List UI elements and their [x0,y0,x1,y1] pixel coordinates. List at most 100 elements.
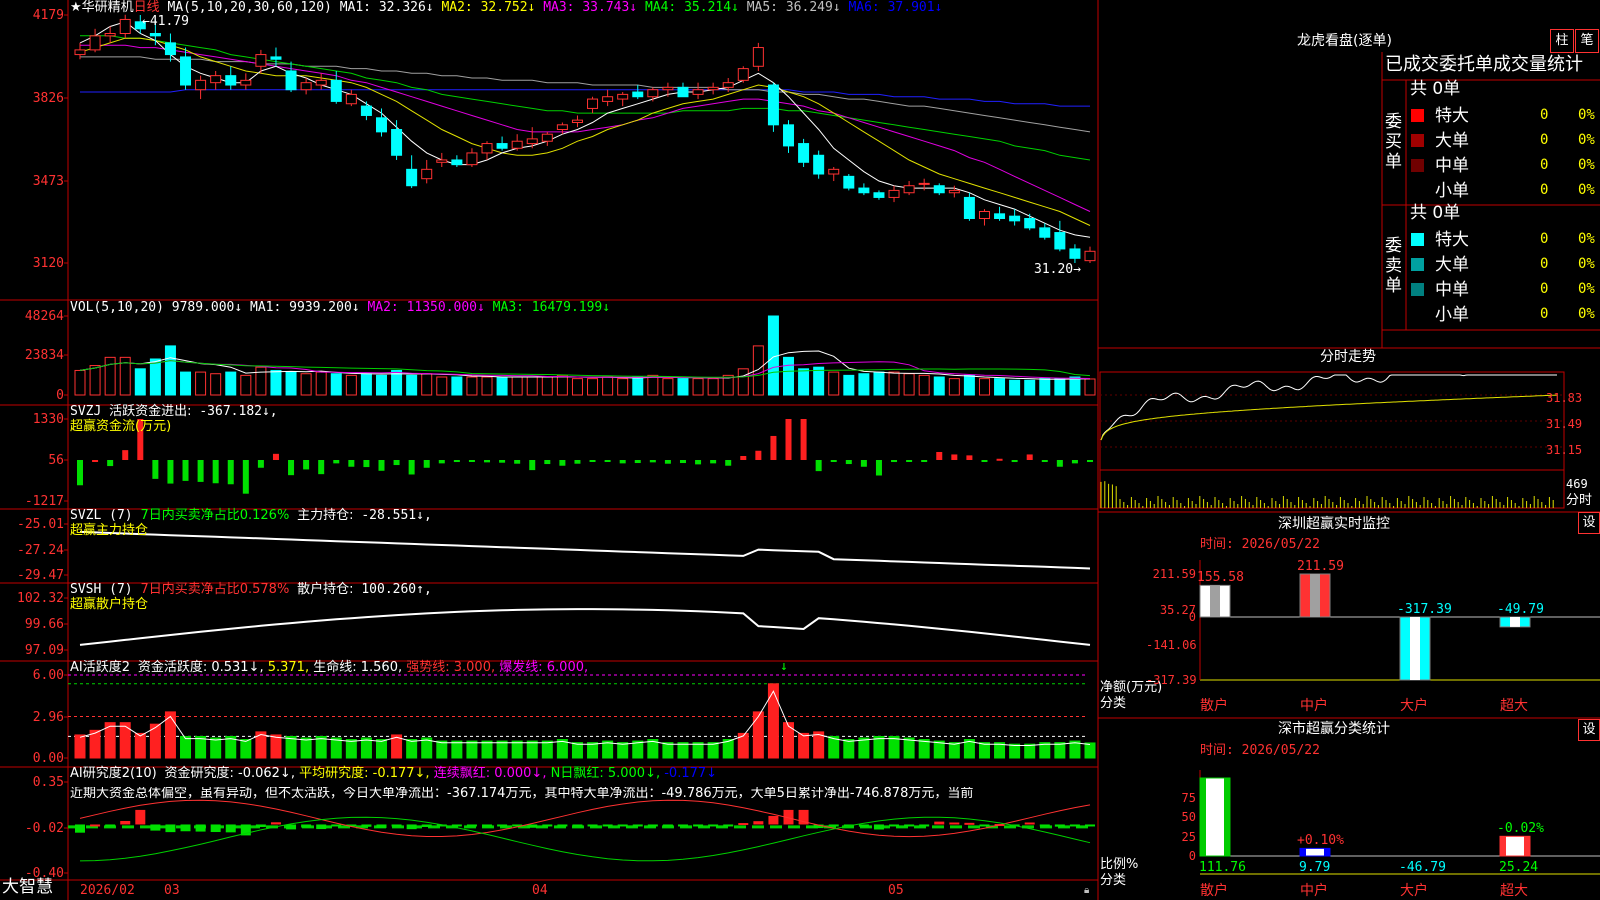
volume-bar [241,375,251,395]
research-bar [708,824,718,826]
svzj-bar [695,460,701,464]
order-count: 0 [1540,158,1548,172]
svzj-bar [635,460,641,463]
candle [768,85,778,125]
svsh-ytick: 97.09 [0,643,64,658]
candle [603,97,613,102]
order-percent: 0% [1578,133,1595,147]
volume-bar [1055,379,1065,395]
candle [392,130,402,156]
candle [678,87,688,96]
activity-bar [618,743,628,758]
svsh-ytick: 102.32 [0,591,64,606]
air-ytick: -0.02 [0,821,64,836]
svzj-bar [288,460,294,475]
activity-bar [452,741,462,758]
volume-bar [422,374,432,395]
candle [588,99,598,108]
svsh-header: SVSH (7) 7日内买卖净占比0.578% 散户持仓: 100.260↑, [70,583,432,597]
volume-bar [799,369,809,395]
research-bar [135,810,145,825]
svzj-bar [424,460,430,468]
activity-bar [181,736,191,758]
ma-header: MA(5,10,20,30,60,120) [168,0,332,15]
bar-mode-button[interactable]: 柱 [1550,29,1574,53]
volume-bar [452,377,462,395]
volume-bar [512,377,522,395]
svzj-bar [469,460,475,462]
svzj-bar [951,454,957,460]
volume-bar [286,372,296,395]
research-bar [557,824,567,826]
research-bar [768,816,778,825]
candle [120,19,130,33]
svzj-bar [303,460,309,469]
svsh-line [80,609,1090,645]
activity-bar [768,684,778,758]
ai-research-value: 资金研究度: -0.062↓, [165,766,295,781]
research-bar [603,824,613,826]
svzj-bar [846,460,852,464]
svzj-bar [966,455,972,460]
svzj-bar [363,460,369,467]
svzj-bar [544,460,550,464]
ma120-line [80,90,1090,106]
tick-mode-button[interactable]: 笔 [1575,29,1599,53]
svzl-ytick: -27.24 [0,543,64,558]
svzj-bar [198,460,204,482]
candle [784,125,794,146]
sz-monitor-settings-button[interactable]: 设 [1578,512,1600,534]
sz-class-settings-button[interactable]: 设 [1578,719,1600,741]
intraday-vol-tick: 469 [1566,477,1588,491]
research-bar [934,822,944,825]
candle [241,80,251,85]
chart-canvas[interactable] [0,0,1600,900]
svzj-bar [183,460,189,481]
date-label: 03 [164,884,180,898]
volume-bar [829,372,839,395]
candle [422,169,432,178]
svzj-bar [213,460,219,483]
svzj-bar [1072,460,1078,463]
research-bar [271,822,281,824]
sz-monitor-ytick: -141.06 [1146,638,1196,652]
research-bar [376,824,386,828]
activity-bar [874,736,884,758]
candle [165,43,175,55]
research-bar [1025,822,1035,824]
research-bar [829,824,839,826]
candle [572,120,582,122]
sz-class-category: 散户 [1200,884,1228,898]
lock-icon[interactable]: 🔒︎ [1084,884,1089,898]
candle [557,125,567,130]
research-bar [196,824,206,831]
order-percent: 0% [1578,257,1595,271]
sz-class-ytick: 75 [1146,791,1196,805]
research-bar [572,824,582,826]
activity-bar [346,740,356,758]
candle [874,193,884,198]
price-ytick: 3120 [0,256,64,271]
volume-bar [678,379,688,395]
candle [949,190,959,192]
svzj-bar [559,460,565,466]
activity-bar [979,743,989,758]
sz-class-ylabel: 比例% [1100,858,1138,872]
volume-bar [693,379,703,395]
candle [859,188,869,193]
vol-ytick: 0 [0,388,64,403]
svzj-bar [997,459,1003,461]
sz-class-top-label: +0.10% [1297,834,1344,848]
volume-bar [542,377,552,395]
activity-bar [271,735,281,758]
activity-bar [75,735,85,758]
research-bar [1085,824,1095,826]
activity-bar [497,741,507,758]
candle [1070,249,1080,258]
stock-name[interactable]: ★华研精机 [70,0,134,15]
sz-class-bar-edge [1200,778,1206,856]
svzj-bar [876,460,882,475]
volume-bar [346,375,356,395]
ma5-line [80,22,1090,237]
period-label[interactable]: 日线 [134,0,160,15]
